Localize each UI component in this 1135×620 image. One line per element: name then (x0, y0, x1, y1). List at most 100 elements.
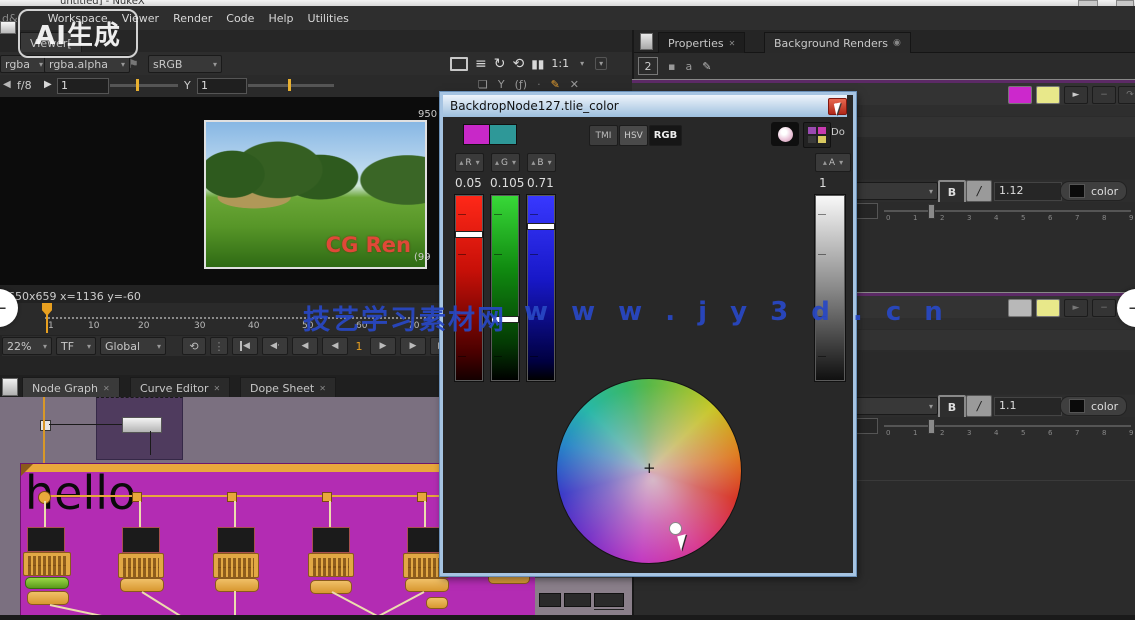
goto-start-button[interactable]: ◀ (232, 337, 258, 355)
play-forward-button[interactable]: ▶ (370, 337, 396, 355)
bar-node[interactable] (27, 591, 69, 605)
current-frame[interactable]: 1 (352, 340, 366, 353)
b-value[interactable]: 0.71 (527, 176, 554, 190)
frame-mode-button[interactable]: ⋮ (210, 337, 228, 355)
note-color-swatch[interactable] (1036, 86, 1060, 104)
loop-icon[interactable]: ⟲ (182, 337, 206, 355)
flag-icon[interactable]: ⚑ (128, 58, 139, 70)
tab-dope-sheet[interactable]: Dope Sheet✕ (240, 377, 336, 398)
prev-keyframe-button[interactable]: ◀· (262, 337, 288, 355)
color-wheel[interactable]: + (556, 378, 742, 564)
bar-node[interactable] (426, 597, 448, 609)
dialog-titlebar[interactable]: BackdropNode127.tlie_color ✕ (443, 95, 847, 117)
fstop-label[interactable]: f/8 (17, 79, 32, 92)
roi-icon[interactable]: ❏ (478, 78, 488, 91)
lock-icon[interactable]: ▪ (668, 60, 675, 73)
close-icon[interactable]: ✕ (103, 384, 110, 393)
subpanel-box[interactable] (594, 593, 624, 607)
y-slider[interactable] (248, 84, 334, 87)
thumb-node[interactable] (122, 527, 160, 553)
step-back-button[interactable]: ◀ (292, 337, 318, 355)
menu-help[interactable]: Help (268, 12, 293, 25)
pointer-button[interactable]: ► (1064, 299, 1088, 317)
bold-button[interactable]: B (938, 395, 966, 419)
mode-hsv-button[interactable]: HSV (619, 125, 648, 146)
thumb-node[interactable] (27, 527, 65, 552)
range-dropdown[interactable]: Global▾ (100, 337, 166, 355)
subpanel-box[interactable] (564, 593, 591, 607)
g-channel-button[interactable]: ▴G▾ (491, 153, 520, 172)
zoom-ratio[interactable]: 1:1 (551, 57, 569, 70)
menu-code[interactable]: Code (226, 12, 254, 25)
bar-node[interactable] (215, 578, 259, 592)
color-chip[interactable] (1069, 399, 1085, 413)
swatch-previous[interactable] (489, 124, 517, 145)
frame-input[interactable]: 1 (57, 78, 109, 94)
dropper-button[interactable]: Do (831, 127, 845, 138)
subpanel-box[interactable] (539, 593, 561, 607)
label-node[interactable] (308, 553, 354, 577)
font-dropdown[interactable]: ▾ (852, 397, 938, 415)
tab-node-graph[interactable]: Node Graph✕ (22, 377, 120, 398)
close-icon[interactable]: ✕ (214, 384, 221, 393)
bold-button[interactable]: B (938, 180, 966, 204)
redo-button[interactable]: ↷ (1118, 86, 1135, 104)
pane-button[interactable] (0, 21, 16, 34)
mode-rgb-button[interactable]: RGB (649, 125, 682, 146)
next-icon[interactable]: ▶ (44, 80, 52, 90)
sync-icon[interactable]: ↻ (494, 57, 506, 71)
italic-button[interactable]: / (966, 395, 992, 417)
zoom-dropdown[interactable]: 22%▾ (2, 337, 52, 355)
thumb-node[interactable] (312, 527, 350, 553)
close-icon[interactable]: ✕ (729, 39, 736, 48)
focus-icon[interactable]: a (685, 60, 692, 73)
blue-slider-handle[interactable] (527, 223, 555, 230)
pause-icon[interactable]: ▮▮ (531, 58, 544, 70)
chevron-down-icon[interactable]: ▾ (580, 59, 584, 68)
green-slider[interactable] (491, 195, 519, 381)
tab-properties[interactable]: Properties✕ (658, 32, 745, 53)
white-node[interactable] (122, 417, 162, 433)
close-small-icon[interactable]: ✕ (570, 78, 579, 91)
note-color-swatch[interactable] (1036, 299, 1060, 317)
size-slider[interactable] (884, 210, 1131, 212)
label-node[interactable] (118, 553, 164, 578)
pencil-icon[interactable]: ✎ (551, 78, 560, 91)
italic-button[interactable]: / (966, 180, 992, 202)
tab-background-renders[interactable]: Background Renders◉ (764, 32, 911, 53)
undo-button[interactable]: − (1092, 299, 1116, 317)
label-node[interactable] (23, 552, 71, 576)
green-node[interactable] (25, 577, 69, 589)
size-slider-thumb[interactable] (928, 204, 935, 219)
font-dropdown[interactable]: ▾ (852, 182, 938, 200)
label-node[interactable] (213, 553, 259, 578)
frame-slider-handle[interactable] (136, 79, 139, 91)
tile-color-swatch[interactable] (1008, 299, 1032, 317)
a-value[interactable]: 1 (819, 176, 827, 190)
y-slider-handle[interactable] (288, 79, 291, 91)
pointer-button[interactable]: ► (1064, 86, 1088, 104)
pane-button[interactable] (2, 378, 18, 396)
edit-icon[interactable]: ✎ (702, 60, 711, 73)
chevron-down-icon[interactable]: ▾ (595, 57, 607, 70)
r-channel-button[interactable]: ▴R▾ (455, 153, 484, 172)
a-channel-button[interactable]: ▴A▾ (815, 153, 851, 172)
wipe-icon[interactable]: Y (498, 78, 505, 91)
font-size-input[interactable]: 1.1 (994, 397, 1062, 416)
node-count-box[interactable]: 2 (638, 57, 658, 75)
tf-dropdown[interactable]: TF▾ (56, 337, 96, 355)
prev-icon[interactable]: ◀ (3, 80, 11, 90)
wheel-toggle-button[interactable] (771, 122, 799, 146)
color-chip[interactable] (1069, 184, 1085, 198)
fps-icon[interactable]: (ƒ) (515, 78, 527, 91)
color-control[interactable]: color (1060, 181, 1127, 201)
y-input[interactable]: 1 (197, 78, 247, 94)
b-channel-button[interactable]: ▴B▾ (527, 153, 556, 172)
menu-lines-icon[interactable]: ≡ (475, 57, 487, 71)
colorspace-dropdown[interactable]: sRGB▾ (148, 55, 222, 73)
swatch-grid-button[interactable] (803, 122, 831, 148)
color-control[interactable]: color (1060, 396, 1127, 416)
blue-slider[interactable] (527, 195, 555, 381)
r-value[interactable]: 0.05 (455, 176, 482, 190)
menu-render[interactable]: Render (173, 12, 212, 25)
